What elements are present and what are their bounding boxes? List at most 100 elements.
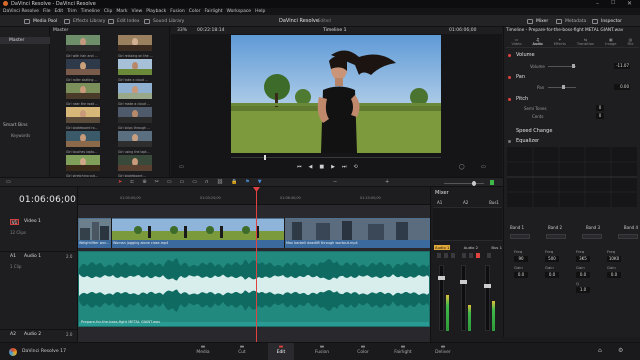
fader-knob[interactable]	[438, 276, 445, 280]
master-volume-slider[interactable]	[444, 181, 484, 186]
fader-track[interactable]	[460, 265, 467, 331]
semi-tones-value[interactable]: 0	[596, 105, 604, 111]
gain-value-3[interactable]: 0.0	[576, 272, 590, 278]
scrubber-handle[interactable]	[264, 155, 266, 160]
solo-button[interactable]	[444, 253, 448, 258]
media-clip[interactable]: Girl near the road ...	[66, 83, 100, 106]
eq-band-2[interactable]: Band 2	[548, 225, 562, 230]
page-tab-deliver[interactable]: ▬ Deliver	[430, 343, 456, 360]
cents-value[interactable]: 0	[596, 113, 604, 119]
tab-audio[interactable]: ♫ Audio	[533, 37, 543, 46]
mute-button[interactable]	[487, 253, 491, 258]
gain-value-2[interactable]: 0.0	[545, 272, 559, 278]
position-lock-icon[interactable]: 🔒	[231, 179, 237, 185]
menu-item[interactable]: Edit	[54, 9, 63, 14]
audio-clip[interactable]: Prepare-for-the-boss-fight METAL GIANT.w…	[78, 251, 430, 327]
bin-master[interactable]: Master	[0, 37, 50, 44]
media-clip[interactable]: Girl make a cloud ...	[118, 83, 152, 106]
playhead[interactable]	[253, 187, 260, 342]
menu-item[interactable]: Mark	[116, 9, 127, 14]
menu-item[interactable]: Fusion	[170, 9, 184, 14]
page-tab-color[interactable]: ▬ Color	[350, 343, 376, 360]
track-tag-a1[interactable]: A1	[10, 254, 16, 259]
close-button[interactable]: ✕	[627, 0, 632, 7]
eq-graph[interactable]	[507, 147, 637, 207]
pan-slider[interactable]	[548, 85, 576, 89]
equalizer-toggle-dot[interactable]	[508, 140, 511, 143]
play-icon[interactable]: ▶	[331, 164, 335, 170]
tab-transition[interactable]: ⇆ Transition	[577, 37, 594, 46]
audio-meter-icon[interactable]	[490, 180, 494, 185]
fader-track[interactable]	[438, 265, 445, 331]
volume-slider[interactable]	[548, 64, 576, 68]
zoom-level[interactable]: 33%	[177, 28, 187, 33]
menu-item[interactable]: Trim	[67, 9, 77, 14]
effects-library-button[interactable]: Effects Library	[64, 17, 105, 25]
page-tab-media[interactable]: ▬ Media	[190, 343, 216, 360]
overwrite-clip-icon[interactable]: ▭	[180, 179, 185, 185]
minimize-button[interactable]: –	[596, 0, 599, 7]
viewer-layout-icon[interactable]: ▭	[179, 164, 184, 170]
page-tab-fusion[interactable]: ▬ Fusion	[309, 343, 335, 360]
replace-clip-icon[interactable]: ▭	[192, 179, 197, 185]
mute-button[interactable]	[462, 253, 466, 258]
record-button[interactable]	[476, 253, 480, 258]
zoom-out-icon[interactable]: −	[333, 179, 337, 185]
fader-knob[interactable]	[484, 284, 491, 288]
media-clip[interactable]: Girl roller skating ...	[66, 59, 100, 82]
skip-end-icon[interactable]: ⏭	[342, 164, 347, 170]
mixer-button[interactable]: Mixer	[527, 17, 548, 25]
eq-band-2-shape[interactable]	[546, 234, 566, 239]
dynamic-trim-icon[interactable]: ⊕	[142, 179, 146, 185]
timeline-tracks[interactable]: 01:00:00;00 01:03:20;00 01:06:40;00 01:1…	[78, 187, 430, 342]
media-clip[interactable]: Girl take a cloud ...	[118, 59, 152, 82]
menu-item[interactable]: DaVinci Resolve	[3, 9, 39, 14]
freq-value-4[interactable]: 10K0	[607, 256, 621, 262]
flag-icon[interactable]: ⚑	[245, 179, 249, 185]
media-clip[interactable]: Girl skateboard ...	[118, 155, 152, 177]
media-clip[interactable]: Girl stretching out...	[66, 155, 100, 177]
eq-band-1[interactable]: Band 1	[510, 225, 524, 230]
pan-value[interactable]: 0.00	[614, 84, 630, 90]
tab-effects[interactable]: ✦ Effects	[554, 37, 566, 46]
menu-item[interactable]: Timeline	[81, 9, 100, 14]
media-clip[interactable]: Girl using the lapt...	[118, 131, 152, 154]
menu-item[interactable]: Help	[255, 9, 265, 14]
eq-band-4-shape[interactable]	[618, 234, 638, 239]
page-tab-fairlight[interactable]: ▬ Fairlight	[390, 343, 416, 360]
solo-button[interactable]	[469, 253, 473, 258]
keywords-bin[interactable]: Keywords	[11, 133, 30, 138]
stop-icon[interactable]: ■	[319, 164, 324, 170]
media-clip[interactable]: Girl with hair and ...	[66, 35, 100, 58]
eq-band-1-shape[interactable]	[510, 234, 530, 239]
timeline-view-icon[interactable]: ▭	[6, 179, 11, 185]
viewer-scrubber[interactable]	[231, 155, 441, 160]
media-clip[interactable]: Girl skateboard ro...	[66, 107, 100, 130]
menu-item[interactable]: Workspace	[226, 9, 251, 14]
menu-item[interactable]: Clip	[104, 9, 113, 14]
media-pool-button[interactable]: Media Pool	[24, 17, 57, 25]
gain-value-1[interactable]: 0.0	[514, 272, 528, 278]
play-reverse-icon[interactable]: ◀	[309, 164, 313, 170]
eq-band-3[interactable]: Band 3	[586, 225, 600, 230]
fader-knob[interactable]	[460, 280, 467, 284]
linked-selection-icon[interactable]: ⛓	[217, 179, 223, 185]
media-clip[interactable]: Girl relaxing on the ...	[118, 35, 153, 58]
freq-value-1[interactable]: 90	[514, 256, 528, 262]
menu-item[interactable]: File	[43, 9, 51, 14]
media-clip[interactable]: Girl touches lapto...	[66, 131, 100, 154]
menu-item[interactable]: Playback	[146, 9, 166, 14]
tab-video[interactable]: ▭ Video	[511, 37, 521, 46]
trim-tool-icon[interactable]: ⊏	[130, 179, 134, 185]
eq-band-4[interactable]: Band 4	[624, 225, 638, 230]
track-tag-a2[interactable]: A2	[10, 332, 16, 337]
timeline-name[interactable]: Timeline 1	[323, 28, 346, 33]
viewer-options-icon[interactable]: ▭	[481, 164, 486, 170]
selection-tool-icon[interactable]: ➤	[118, 179, 122, 185]
section-toggle-dot[interactable]	[508, 76, 511, 79]
match-frame-icon[interactable]: ◯	[459, 164, 465, 170]
metadata-button[interactable]: Metadata	[556, 17, 586, 25]
menu-item[interactable]: Color	[189, 9, 201, 14]
timeline-ruler[interactable]: 01:00:00;00 01:03:20;00 01:06:40;00 01:1…	[78, 187, 430, 205]
volume-value[interactable]: -11.07	[614, 63, 630, 69]
